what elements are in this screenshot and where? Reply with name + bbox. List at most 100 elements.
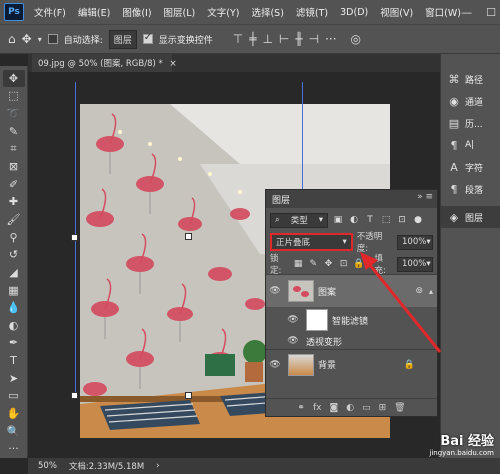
path-select-tool-icon[interactable]: ➤ xyxy=(3,370,25,387)
panel-layers[interactable]: ◈ 图层 xyxy=(441,206,500,228)
panel-history-label: 历... xyxy=(465,119,483,130)
eraser-tool-icon[interactable]: ◢ xyxy=(3,264,25,281)
brush-tool-icon[interactable]: 🖌 xyxy=(3,211,25,228)
pen-tool-icon[interactable]: ✒ xyxy=(3,335,25,352)
blur-tool-icon[interactable]: 💧 xyxy=(3,299,25,316)
panel-character-label: 字符 xyxy=(465,163,484,174)
panel-channels[interactable]: ◉ 通道 xyxy=(441,90,500,112)
add-mask-icon[interactable]: ◙ xyxy=(329,403,338,413)
more-tools-icon[interactable]: ··· xyxy=(3,440,25,457)
3d-mode-icon[interactable]: ◎ xyxy=(351,32,361,46)
panel-menu-icon[interactable]: » ≡ xyxy=(417,192,433,202)
hand-tool-icon[interactable]: ✋ xyxy=(3,405,25,422)
filter-smart-object-icon[interactable]: ⊡ xyxy=(396,215,408,225)
layer-name[interactable]: 背景 xyxy=(318,358,336,371)
panel-character[interactable]: A 字符 xyxy=(441,156,500,178)
transform-handle[interactable] xyxy=(185,392,192,399)
align-middle-icon[interactable]: ╪ xyxy=(249,32,256,46)
align-center-icon[interactable]: ╫ xyxy=(295,32,302,46)
show-transform-label: 显示变换控件 xyxy=(158,35,213,46)
filter-kind-dropdown[interactable]: ⌕ 类型 ▾ xyxy=(270,212,328,228)
eyedropper-tool-icon[interactable]: ✐ xyxy=(3,176,25,193)
auto-select-checkbox[interactable] xyxy=(47,34,58,44)
menu-edit[interactable]: 编辑(E) xyxy=(72,5,116,19)
marquee-tool-icon[interactable]: ⬚ xyxy=(3,88,25,105)
align-bottom-icon[interactable]: ⊥ xyxy=(262,32,272,46)
document-tab[interactable]: 09.jpg @ 50% (图案, RGB/8) * × xyxy=(32,54,177,72)
filter-type-icon[interactable]: T xyxy=(364,215,376,225)
zoom-tool-icon[interactable]: 🔍 xyxy=(3,423,25,440)
layer-style-icon[interactable]: fx xyxy=(313,403,322,413)
menu-image[interactable]: 图像(I) xyxy=(116,5,157,19)
new-layer-icon[interactable]: ⊞ xyxy=(379,403,387,413)
chevron-down-icon[interactable]: ▾ xyxy=(38,35,42,44)
visibility-eye-icon[interactable]: 👁 xyxy=(284,315,302,325)
crop-tool-icon[interactable]: ⌗ xyxy=(3,141,25,158)
quick-select-tool-icon[interactable]: ✎ xyxy=(3,123,25,140)
filter-kind-label: 类型 xyxy=(290,216,308,226)
move-tool-icon[interactable]: ✥ xyxy=(22,32,32,46)
menu-file[interactable]: 文件(F) xyxy=(28,5,72,19)
lock-paint-icon[interactable]: ✎ xyxy=(308,259,319,269)
document-info[interactable]: 文档:2.33M/5.18M xyxy=(69,460,144,472)
panel-paths[interactable]: ⌘ 路径 xyxy=(441,68,500,90)
visibility-eye-icon[interactable]: 👁 xyxy=(266,286,284,296)
watermark-url: jingyan.baidu.com xyxy=(429,449,494,457)
new-group-icon[interactable]: ▭ xyxy=(362,403,371,413)
type-tool-icon[interactable]: T xyxy=(3,352,25,369)
healing-brush-tool-icon[interactable]: ✚ xyxy=(3,193,25,210)
adjustment-layer-icon[interactable]: ◐ xyxy=(346,403,354,413)
layer-name[interactable]: 透视变形 xyxy=(306,335,342,348)
zoom-level[interactable]: 50% xyxy=(38,461,57,471)
transform-handle[interactable] xyxy=(71,392,78,399)
lock-position-icon[interactable]: ✥ xyxy=(323,259,334,269)
visibility-eye-icon[interactable]: 👁 xyxy=(266,360,284,370)
lasso-tool-icon[interactable]: ➰ xyxy=(3,105,25,122)
frame-tool-icon[interactable]: ⊠ xyxy=(3,158,25,175)
lock-transparency-icon[interactable]: ▦ xyxy=(293,259,304,269)
align-top-icon[interactable]: ⊤ xyxy=(233,32,243,46)
minimize-button[interactable]: — xyxy=(461,6,472,19)
transform-handle[interactable] xyxy=(185,233,192,240)
clone-stamp-tool-icon[interactable]: ⚲ xyxy=(3,229,25,246)
panel-paragraph[interactable]: ¶ 段落 xyxy=(441,178,500,200)
transform-handle[interactable] xyxy=(71,234,78,241)
menu-type[interactable]: 文字(Y) xyxy=(201,5,245,19)
menu-3d[interactable]: 3D(D) xyxy=(334,7,374,18)
gradient-tool-icon[interactable]: ▦ xyxy=(3,282,25,299)
show-transform-checkbox[interactable] xyxy=(142,32,153,44)
watermark-logo: Bai 经验 xyxy=(440,434,494,449)
close-icon[interactable]: × xyxy=(169,59,176,69)
panel-glyphs[interactable]: ¶ A| xyxy=(441,134,500,156)
move-tool-icon[interactable]: ✥ xyxy=(2,70,25,87)
filter-pixel-icon[interactable]: ▣ xyxy=(332,215,344,225)
filter-adjustment-icon[interactable]: ◐ xyxy=(348,215,360,225)
filter-mask-thumbnail[interactable] xyxy=(306,309,328,331)
guide-line-right[interactable] xyxy=(302,82,303,194)
dodge-tool-icon[interactable]: ◐ xyxy=(3,317,25,334)
maximize-button[interactable]: ☐ xyxy=(486,6,496,19)
menu-view[interactable]: 视图(V) xyxy=(374,5,419,19)
more-options-icon[interactable]: ··· xyxy=(325,32,336,46)
chevron-right-icon[interactable]: › xyxy=(156,461,159,471)
rectangle-tool-icon[interactable]: ▭ xyxy=(3,388,25,405)
layer-thumbnail xyxy=(288,353,314,376)
align-right-icon[interactable]: ⊣ xyxy=(309,32,319,46)
home-icon[interactable]: ⌂ xyxy=(8,32,16,46)
blend-mode-value: 正片叠底 xyxy=(276,238,311,248)
visibility-eye-icon[interactable]: 👁 xyxy=(284,336,302,346)
panel-history[interactable]: ▤ 历... xyxy=(441,112,500,134)
auto-select-dropdown[interactable]: 图层 xyxy=(108,29,137,49)
align-left-icon[interactable]: ⊢ xyxy=(279,32,289,46)
filter-toggle-icon[interactable]: ● xyxy=(412,215,424,225)
layers-panel-title: 图层 xyxy=(272,195,291,206)
filter-shape-icon[interactable]: ⬚ xyxy=(380,215,392,225)
link-layers-icon[interactable]: ⚭ xyxy=(297,403,305,413)
history-brush-tool-icon[interactable]: ↺ xyxy=(3,246,25,263)
menu-filter[interactable]: 滤镜(T) xyxy=(290,5,334,19)
layer-name[interactable]: 图案 xyxy=(318,285,336,298)
menu-select[interactable]: 选择(S) xyxy=(245,5,289,19)
delete-layer-icon[interactable]: 🗑 xyxy=(394,403,405,413)
menu-layer[interactable]: 图层(L) xyxy=(158,5,202,19)
menu-window[interactable]: 窗口(W) xyxy=(419,5,467,19)
